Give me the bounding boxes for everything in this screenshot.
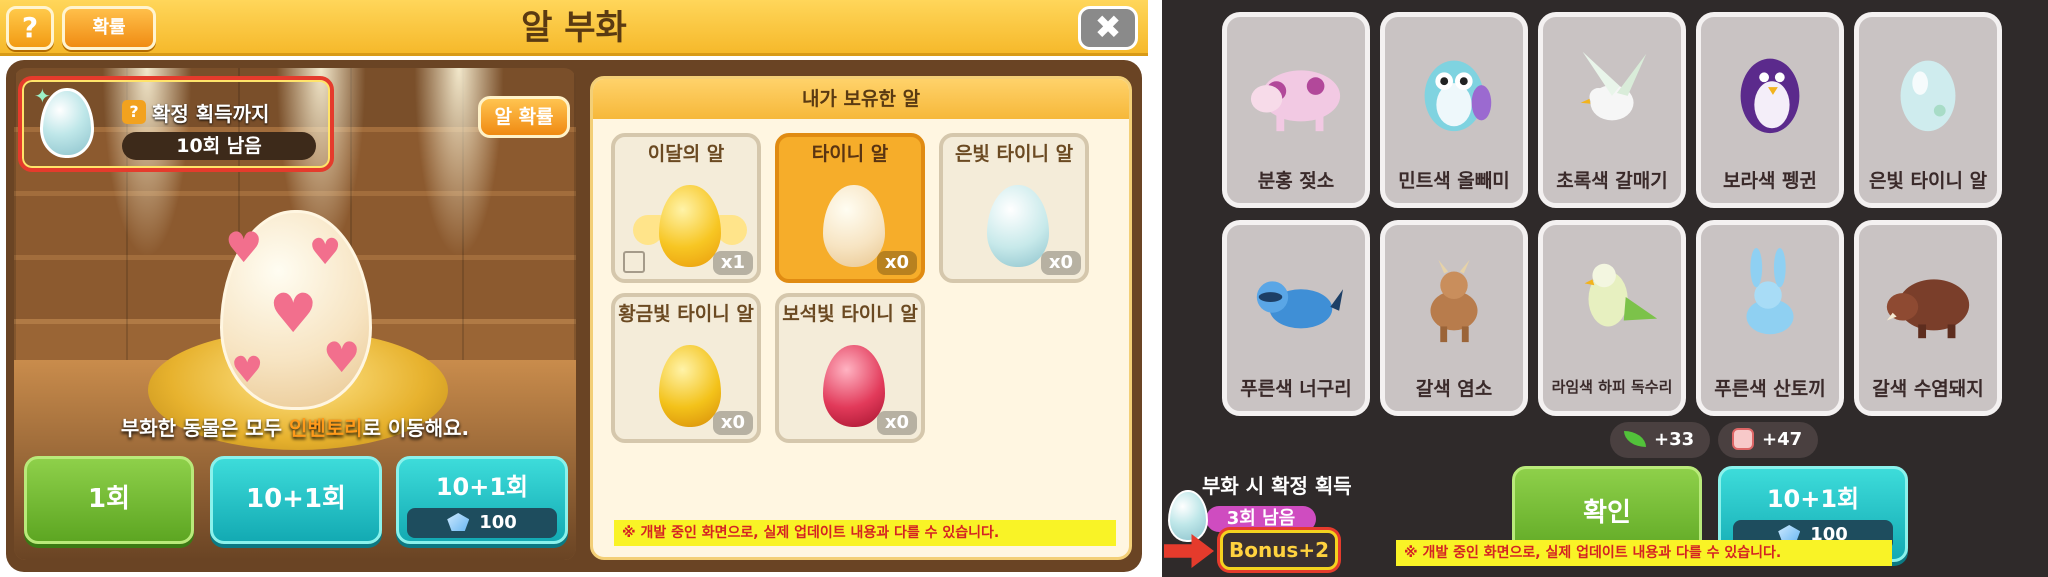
animal-name: 민트색 올빼미: [1398, 170, 1510, 192]
reward-value: +33: [1654, 429, 1695, 450]
egg-inventory: 내가 보유한 알 이달의 알 x1 타이니 알 x0 은빛 타이니 알 x0 황…: [590, 76, 1132, 560]
egg-count: x0: [877, 411, 917, 435]
animal-name: 은빛 타이니 알: [1868, 170, 1988, 192]
guarantee-label: 부화 시 확정 획득: [1202, 474, 1352, 498]
animal-name: 라임색 하피 독수리: [1551, 378, 1673, 396]
raccoon-icon: [1256, 281, 1344, 329]
egg-hatch-panel: ? 확률 알 부화 ✖ ✦ ? 확정 획득까지 10회 남음 알 확률 ♥ ♥ …: [0, 0, 1148, 577]
wing-icon: [717, 215, 747, 245]
paw-reward: +47: [1718, 422, 1818, 458]
page-title: 알 부화: [521, 8, 627, 48]
guarantee-help-icon[interactable]: ?: [122, 100, 146, 124]
animal-card[interactable]: 민트색 올빼미: [1380, 12, 1528, 208]
animal-name: 푸른색 너구리: [1240, 378, 1352, 400]
heart-egg-icon: [823, 185, 885, 267]
egg-card-silver[interactable]: 은빛 타이니 알 x0: [939, 133, 1089, 283]
message-highlight: 인벤토리: [288, 416, 363, 440]
animal-name: 초록색 갈매기: [1556, 170, 1668, 192]
leaf-reward: +33: [1610, 422, 1710, 458]
egg-probability-button[interactable]: 알 확률: [478, 96, 570, 138]
egg-name: 타이니 알: [811, 143, 889, 165]
guarantee-count: 10회 남음: [122, 132, 316, 160]
egg-count: x0: [713, 411, 753, 435]
sparkle-icon: ✦: [34, 84, 51, 108]
heart-icon: ♥: [269, 282, 318, 345]
external-link-icon[interactable]: [623, 251, 645, 273]
animal-card[interactable]: 보라색 펭귄: [1696, 12, 1844, 208]
heart-icon: ♥: [309, 232, 342, 273]
message-pre: 부화한 동물은 모두: [120, 416, 289, 440]
reward-value: +47: [1762, 429, 1803, 450]
egg-name: 은빛 타이니 알: [954, 143, 1074, 165]
jewel-egg-icon: [823, 345, 885, 427]
hatch-result-panel: 분홍 젖소 민트색 올빼미 초록색 갈매기 보라색 펭귄 은빛 타이니 알 푸른…: [1162, 0, 2048, 577]
animal-card[interactable]: 푸른색 너구리: [1222, 220, 1370, 416]
egg-name: 보석빛 타이니 알: [782, 303, 918, 325]
inventory-move-message: 부화한 동물은 모두 인벤토리로 이동해요.: [14, 412, 576, 441]
animal-name: 푸른색 산토끼: [1714, 378, 1826, 400]
animal-name: 갈색 염소: [1415, 378, 1493, 400]
goat-icon: [1430, 259, 1478, 343]
seagull-icon: [1580, 51, 1647, 121]
animal-card[interactable]: 갈색 염소: [1380, 220, 1528, 416]
button-label: 10+1회: [435, 473, 529, 501]
eagle-icon: [1584, 263, 1658, 327]
message-post: 로 이동해요.: [362, 416, 470, 440]
egg-count: x1: [713, 251, 753, 275]
egg-card-jewel[interactable]: 보석빛 타이니 알 x0: [775, 293, 925, 443]
egg-card-tiny[interactable]: 타이니 알 x0: [775, 133, 925, 283]
animal-card[interactable]: 분홍 젖소: [1222, 12, 1370, 208]
boar-icon: [1886, 279, 1970, 339]
cow-icon: [1250, 70, 1341, 132]
animal-card[interactable]: 은빛 타이니 알: [1854, 12, 2002, 208]
golden-tiny-egg-icon: [659, 345, 721, 427]
inventory-title: 내가 보유한 알: [593, 79, 1129, 119]
animal-name: 갈색 수염돼지: [1872, 378, 1984, 400]
dev-notice: ※ 개발 중인 화면으로, 실제 업데이트 내용과 다를 수 있습니다.: [614, 520, 1116, 546]
guarantee-count: 3회 남음: [1206, 506, 1316, 532]
egg-name: 이달의 알: [647, 143, 725, 165]
animal-card[interactable]: 초록색 갈매기: [1538, 12, 1686, 208]
golden-egg-icon: [659, 185, 721, 267]
egg-card-golden[interactable]: 황금빛 타이니 알 x0: [611, 293, 761, 443]
close-button[interactable]: ✖: [1078, 6, 1138, 50]
egg-name: 황금빛 타이니 알: [618, 303, 754, 325]
silver-egg-icon: [1168, 490, 1208, 542]
heart-icon: ♥: [323, 333, 361, 382]
heart-icon: ♥: [225, 223, 263, 272]
hare-icon: [1746, 248, 1794, 335]
egg-count: x0: [1041, 251, 1081, 275]
egg-card-monthly[interactable]: 이달의 알 x1: [611, 133, 761, 283]
owl-icon: [1424, 60, 1492, 132]
gem-icon: [447, 513, 470, 531]
hatch-ten-plus-one-paid-button[interactable]: 10+1회 100: [396, 456, 568, 544]
egg-icon: [1900, 60, 1956, 132]
bonus-badge: Bonus+2: [1220, 530, 1338, 570]
animal-name: 분홍 젖소: [1257, 170, 1335, 192]
guarantee-label: 확정 획득까지: [152, 102, 270, 126]
hatch-once-button[interactable]: 1회: [24, 456, 194, 544]
cost-value: 100: [479, 512, 517, 533]
egg-count: x0: [877, 251, 917, 275]
hatch-ten-plus-one-button[interactable]: 10+1회: [210, 456, 382, 544]
penguin-icon: [1740, 58, 1800, 134]
animal-card[interactable]: 라임색 하피 독수리: [1538, 220, 1686, 416]
animal-card[interactable]: 갈색 수염돼지: [1854, 220, 2002, 416]
button-label: 10+1회: [1766, 485, 1860, 513]
silver-egg-icon: [987, 185, 1049, 267]
animal-card[interactable]: 푸른색 산토끼: [1696, 220, 1844, 416]
dev-notice: ※ 개발 중인 화면으로, 실제 업데이트 내용과 다를 수 있습니다.: [1396, 540, 1892, 566]
cost-badge: 100: [407, 508, 557, 538]
paw-icon: [1732, 428, 1754, 450]
heart-icon: ♥: [231, 350, 264, 391]
leaf-icon: [1624, 431, 1646, 447]
animal-name: 보라색 펭귄: [1722, 170, 1817, 192]
